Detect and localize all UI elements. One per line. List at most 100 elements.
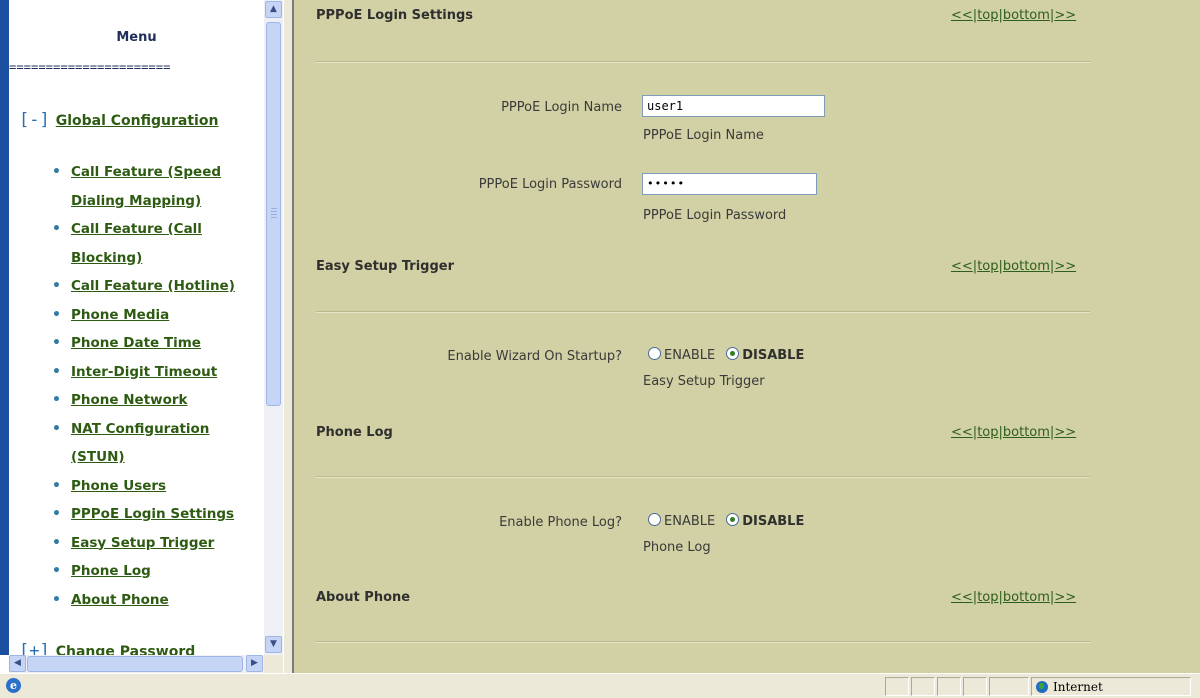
pppoe-login-password-hint: PPPoE Login Password: [643, 208, 787, 223]
menu-item: • Phone Log: [9, 557, 264, 586]
nav-bottom-link[interactable]: bottom: [1003, 259, 1050, 274]
wizard-disable-label[interactable]: DISABLE: [742, 348, 804, 363]
section-nav-phone-log: <<|top|bottom|>>: [951, 425, 1076, 440]
security-zone-label: Internet: [1053, 680, 1103, 694]
menu-accent-bar: [0, 0, 9, 655]
section-divider: [316, 476, 1090, 478]
menu-item-easy-setup[interactable]: Easy Setup Trigger: [71, 535, 214, 551]
nav-bottom-link[interactable]: bottom: [1003, 590, 1050, 605]
menu-frame: Menu ====================== [-] Global Co…: [0, 0, 283, 673]
nav-next-link[interactable]: >>: [1054, 425, 1076, 440]
menu-title: Menu: [116, 30, 157, 45]
collapse-toggle-icon[interactable]: [-]: [19, 110, 50, 130]
section-title-pppoe: PPPoE Login Settings: [316, 8, 474, 23]
status-pane: [963, 677, 987, 696]
section-title-easy-setup: Easy Setup Trigger: [316, 259, 455, 274]
phone-log-hint: Phone Log: [643, 540, 711, 555]
frame-divider[interactable]: [283, 0, 294, 673]
bullet-icon: •: [52, 563, 61, 579]
expand-toggle-icon[interactable]: [+]: [19, 641, 50, 655]
grip-line: [271, 214, 277, 215]
menu-group-global-link[interactable]: Global Configuration: [56, 113, 219, 129]
nav-top-link[interactable]: top: [977, 8, 998, 23]
settings-content: PPPoE Login Settings <<|top|bottom|>> PP…: [294, 0, 1200, 673]
menu-item-nat-configuration[interactable]: NAT Configuration (STUN): [71, 421, 209, 466]
status-bar: e Internet: [0, 673, 1200, 698]
menu-item-phone-media[interactable]: Phone Media: [71, 307, 169, 323]
globe-icon: [1036, 681, 1048, 693]
phone-log-enable-label[interactable]: ENABLE: [664, 514, 715, 529]
menu-item-phone-date-time[interactable]: Phone Date Time: [71, 335, 201, 351]
menu-item: • NAT Configuration (STUN): [9, 415, 264, 472]
menu-item-inter-digit-timeout[interactable]: Inter-Digit Timeout: [71, 364, 217, 380]
easy-setup-hint: Easy Setup Trigger: [643, 374, 765, 389]
phone-log-disable-radio[interactable]: [726, 513, 740, 526]
menu-item: • Call Feature (Hotline): [9, 272, 264, 301]
status-pane: [911, 677, 935, 696]
vertical-scroll-thumb[interactable]: [266, 22, 281, 406]
scroll-up-arrow-icon[interactable]: ▲: [265, 1, 282, 18]
menu-item-phone-network[interactable]: Phone Network: [71, 392, 188, 408]
nav-top-link[interactable]: top: [977, 259, 998, 274]
menu-item-hotline[interactable]: Call Feature (Hotline): [71, 278, 235, 294]
menu-item-about-phone[interactable]: About Phone: [71, 592, 169, 608]
horizontal-scroll-thumb[interactable]: [27, 656, 243, 672]
menu-item: • PPPoE Login Settings: [9, 500, 264, 529]
wizard-enable-label[interactable]: ENABLE: [664, 348, 715, 363]
pppoe-login-name-input[interactable]: [642, 95, 825, 117]
menu-item: • About Phone: [9, 586, 264, 615]
menu-item: • Easy Setup Trigger: [9, 529, 264, 558]
menu-group-global[interactable]: [-] Global Configuration: [19, 110, 218, 130]
nav-next-link[interactable]: >>: [1054, 590, 1076, 605]
menu-item: • Call Feature (Speed Dialing Mapping): [9, 158, 264, 215]
menu-item-phone-log[interactable]: Phone Log: [71, 563, 151, 579]
scroll-right-arrow-icon[interactable]: ▶: [246, 655, 263, 672]
menu-item-pppoe-login[interactable]: PPPoE Login Settings: [71, 506, 234, 522]
section-title-about-phone: About Phone: [316, 590, 411, 605]
bullet-icon: •: [52, 306, 61, 323]
menu-separator: ======================: [9, 60, 171, 74]
section-title-phone-log: Phone Log: [316, 425, 393, 440]
nav-next-link[interactable]: >>: [1054, 8, 1076, 23]
menu-horizontal-scrollbar[interactable]: ◀ ▶: [9, 655, 264, 673]
enable-phone-log-label: Enable Phone Log?: [499, 515, 622, 530]
pppoe-login-password-input[interactable]: •••••: [642, 173, 817, 195]
nav-bottom-link[interactable]: bottom: [1003, 8, 1050, 23]
nav-prev-link[interactable]: <<: [951, 259, 973, 274]
status-pane: [989, 677, 1029, 696]
bullet-icon: •: [52, 420, 61, 437]
menu-list: • Call Feature (Speed Dialing Mapping) • C…: [9, 158, 264, 614]
security-zone: Internet: [1036, 680, 1103, 694]
nav-prev-link[interactable]: <<: [951, 425, 973, 440]
phone-log-enable-radio[interactable]: [648, 513, 661, 526]
grip-line: [271, 217, 277, 218]
section-divider: [316, 61, 1090, 63]
menu-vertical-scrollbar[interactable]: ▲ ▼: [264, 0, 283, 655]
menu-group-change-password-link[interactable]: Change Password: [56, 644, 196, 655]
menu-item: • Phone Network: [9, 386, 264, 415]
grip-line: [271, 211, 277, 212]
wizard-disable-radio[interactable]: [726, 347, 740, 360]
nav-top-link[interactable]: top: [977, 425, 998, 440]
scroll-left-arrow-icon[interactable]: ◀: [9, 655, 26, 672]
nav-prev-link[interactable]: <<: [951, 590, 973, 605]
menu-pane: Menu ====================== [-] Global Co…: [9, 0, 264, 655]
menu-item-phone-users[interactable]: Phone Users: [71, 478, 166, 494]
menu-item: • Phone Media: [9, 301, 264, 330]
menu-item-speed-dialing[interactable]: Call Feature (Speed Dialing Mapping): [71, 164, 221, 209]
section-nav-easy-setup: <<|top|bottom|>>: [951, 259, 1076, 274]
nav-top-link[interactable]: top: [977, 590, 998, 605]
nav-next-link[interactable]: >>: [1054, 259, 1076, 274]
scroll-down-arrow-icon[interactable]: ▼: [265, 636, 282, 653]
pppoe-login-name-label: PPPoE Login Name: [501, 100, 622, 115]
enable-wizard-label: Enable Wizard On Startup?: [447, 349, 622, 364]
section-nav-about-phone: <<|top|bottom|>>: [951, 590, 1076, 605]
bullet-icon: •: [52, 363, 61, 380]
enable-phone-log-radio-group: ENABLE DISABLE: [648, 513, 804, 529]
nav-bottom-link[interactable]: bottom: [1003, 425, 1050, 440]
menu-item-call-blocking[interactable]: Call Feature (Call Blocking): [71, 221, 202, 266]
menu-group-change-password[interactable]: [+] Change Password: [19, 641, 195, 655]
nav-prev-link[interactable]: <<: [951, 8, 973, 23]
wizard-enable-radio[interactable]: [648, 347, 661, 360]
phone-log-disable-label[interactable]: DISABLE: [742, 514, 804, 529]
